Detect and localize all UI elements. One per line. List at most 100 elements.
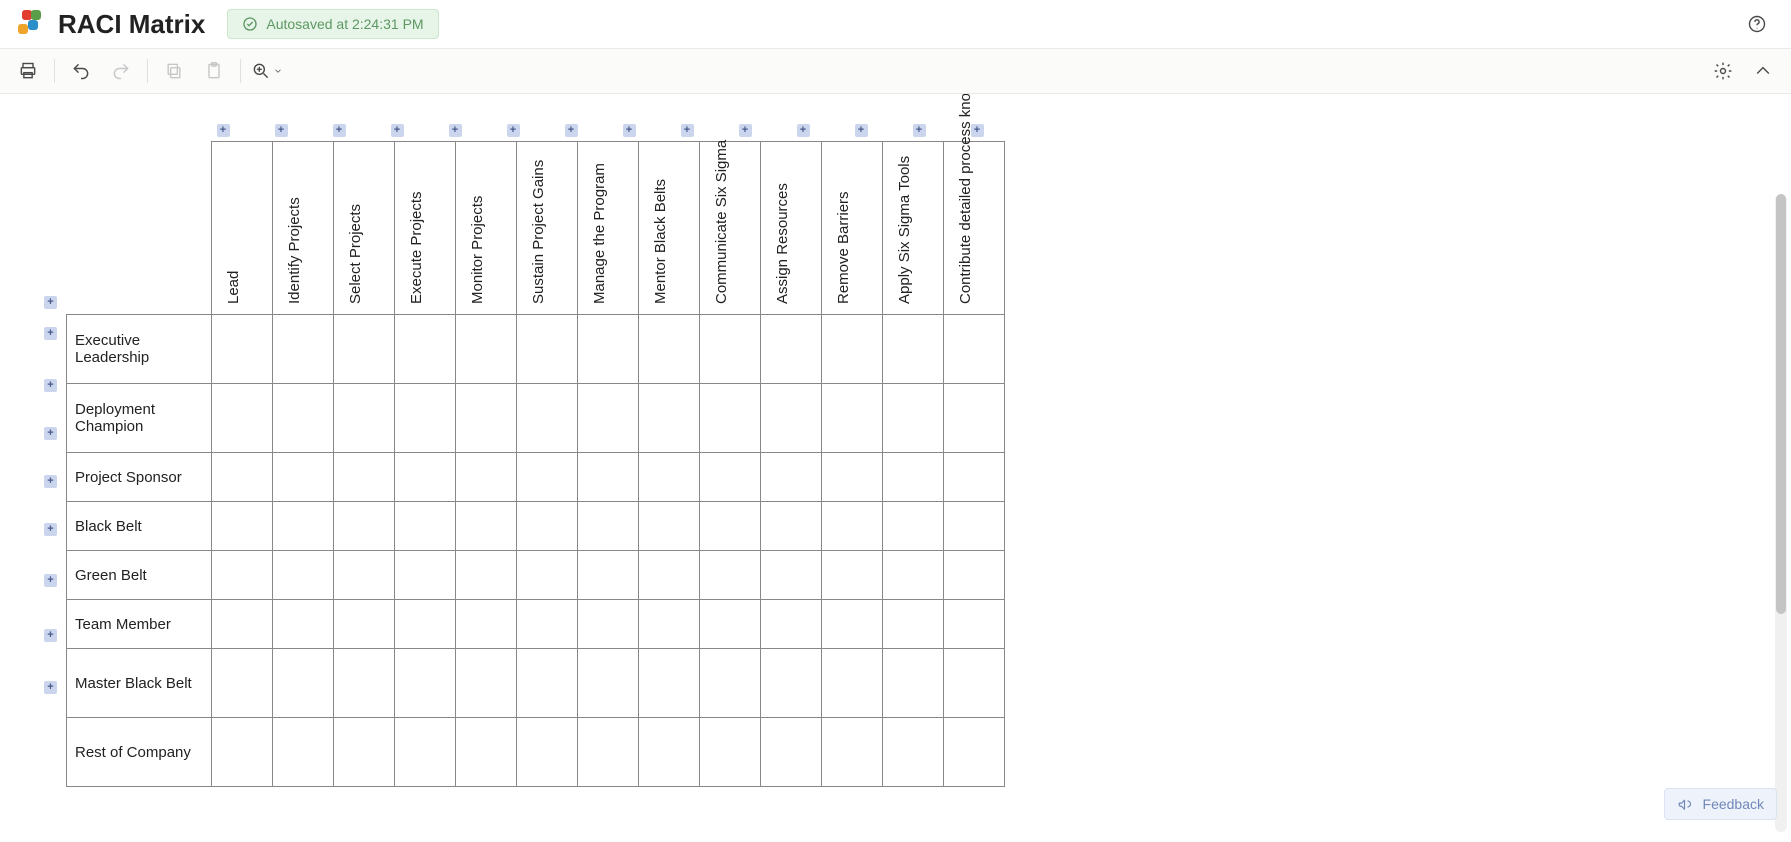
row-header[interactable]: Project Sponsor — [67, 453, 212, 502]
raci-cell[interactable]: R — [822, 453, 883, 502]
raci-cell[interactable]: R — [761, 649, 822, 718]
row-header[interactable]: Black Belt — [67, 502, 212, 551]
add-row-button[interactable]: + — [44, 505, 57, 553]
raci-cell[interactable] — [395, 718, 456, 787]
add-column-button[interactable]: + — [426, 124, 484, 137]
raci-cell[interactable] — [761, 551, 822, 600]
raci-cell[interactable]: I — [334, 649, 395, 718]
raci-cell[interactable]: R — [456, 384, 517, 453]
raci-cell[interactable]: I — [456, 600, 517, 649]
raci-cell[interactable]: R — [944, 649, 1005, 718]
raci-cell[interactable] — [822, 551, 883, 600]
raci-cell[interactable] — [212, 649, 273, 718]
raci-cell[interactable]: A — [578, 384, 639, 453]
add-column-button[interactable]: + — [890, 124, 948, 137]
raci-cell[interactable] — [517, 384, 578, 453]
column-header[interactable]: Sustain Project Gains — [517, 142, 578, 315]
help-button[interactable] — [1739, 6, 1775, 42]
raci-cell[interactable] — [822, 600, 883, 649]
raci-cell[interactable]: R — [578, 649, 639, 718]
add-column-button[interactable]: + — [484, 124, 542, 137]
zoom-button[interactable] — [249, 53, 285, 89]
raci-cell[interactable]: R — [273, 453, 334, 502]
raci-cell[interactable] — [761, 600, 822, 649]
raci-cell[interactable] — [273, 551, 334, 600]
raci-cell[interactable]: I — [944, 315, 1005, 384]
feedback-button[interactable]: Feedback — [1664, 788, 1777, 820]
raci-cell[interactable]: R — [761, 384, 822, 453]
raci-cell[interactable] — [334, 600, 395, 649]
add-column-button[interactable]: + — [542, 124, 600, 137]
raci-cell[interactable]: R — [639, 649, 700, 718]
raci-cell[interactable] — [578, 718, 639, 787]
raci-cell[interactable] — [578, 453, 639, 502]
add-row-button[interactable]: + — [44, 663, 57, 711]
raci-cell[interactable]: A — [944, 453, 1005, 502]
raci-cell[interactable] — [639, 718, 700, 787]
raci-cell[interactable] — [334, 453, 395, 502]
raci-cell[interactable]: R — [944, 551, 1005, 600]
raci-cell[interactable] — [334, 502, 395, 551]
collapse-button[interactable] — [1745, 53, 1781, 89]
paste-button[interactable] — [196, 53, 232, 89]
raci-cell[interactable] — [761, 718, 822, 787]
raci-cell[interactable]: R — [578, 315, 639, 384]
raci-cell[interactable]: R — [517, 600, 578, 649]
raci-cell[interactable] — [883, 453, 944, 502]
raci-cell[interactable] — [212, 600, 273, 649]
column-header[interactable]: Mentor Black Belts — [639, 142, 700, 315]
add-row-button[interactable]: + — [44, 409, 57, 457]
raci-cell[interactable]: C — [944, 384, 1005, 453]
row-header[interactable]: Master Black Belt — [67, 649, 212, 718]
column-header[interactable]: Apply Six Sigma Tools — [883, 142, 944, 315]
raci-cell[interactable]: R — [395, 600, 456, 649]
add-column-button[interactable]: + — [658, 124, 716, 137]
column-header[interactable]: Select Projects — [334, 142, 395, 315]
raci-cell[interactable] — [639, 551, 700, 600]
raci-cell[interactable]: I — [700, 600, 761, 649]
raci-cell[interactable]: I — [273, 718, 334, 787]
add-row-button[interactable]: + — [44, 306, 57, 361]
raci-cell[interactable]: A — [456, 453, 517, 502]
row-header[interactable]: Executive Leadership — [67, 315, 212, 384]
add-column-button[interactable]: + — [310, 124, 368, 137]
raci-cell[interactable]: R — [517, 315, 578, 384]
row-header[interactable]: Deployment Champion — [67, 384, 212, 453]
raci-cell[interactable]: I — [883, 718, 944, 787]
add-column-button[interactable]: + — [600, 124, 658, 137]
raci-cell[interactable]: A — [822, 315, 883, 384]
column-header[interactable]: Communicate Six Sigma — [700, 142, 761, 315]
raci-cell[interactable] — [334, 718, 395, 787]
row-header[interactable]: Rest of Company — [67, 718, 212, 787]
raci-cell[interactable]: R — [944, 600, 1005, 649]
column-header[interactable]: Lead — [212, 142, 273, 315]
add-column-button[interactable]: + — [716, 124, 774, 137]
add-column-button[interactable]: + — [832, 124, 890, 137]
raci-cell[interactable] — [212, 551, 273, 600]
raci-cell[interactable]: R — [822, 502, 883, 551]
raci-cell[interactable]: C — [395, 649, 456, 718]
raci-cell[interactable]: R — [822, 384, 883, 453]
raci-cell[interactable] — [883, 315, 944, 384]
raci-cell[interactable]: R — [883, 551, 944, 600]
raci-cell[interactable] — [639, 502, 700, 551]
raci-cell[interactable]: R — [456, 502, 517, 551]
copy-button[interactable] — [156, 53, 192, 89]
raci-cell[interactable] — [212, 718, 273, 787]
raci-cell[interactable]: A — [700, 384, 761, 453]
raci-cell[interactable] — [578, 502, 639, 551]
raci-cell[interactable]: A — [517, 453, 578, 502]
raci-cell[interactable]: A — [212, 315, 273, 384]
raci-cell[interactable] — [456, 551, 517, 600]
raci-cell[interactable]: I — [456, 718, 517, 787]
raci-cell[interactable]: R — [700, 551, 761, 600]
vertical-scrollbar[interactable] — [1775, 194, 1787, 832]
raci-cell[interactable] — [334, 551, 395, 600]
raci-cell[interactable] — [822, 718, 883, 787]
raci-cell[interactable] — [578, 551, 639, 600]
raci-cell[interactable]: R — [395, 551, 456, 600]
column-header[interactable]: Monitor Projects — [456, 142, 517, 315]
raci-cell[interactable] — [517, 649, 578, 718]
row-header[interactable]: Team Member — [67, 600, 212, 649]
raci-cell[interactable]: C — [273, 649, 334, 718]
